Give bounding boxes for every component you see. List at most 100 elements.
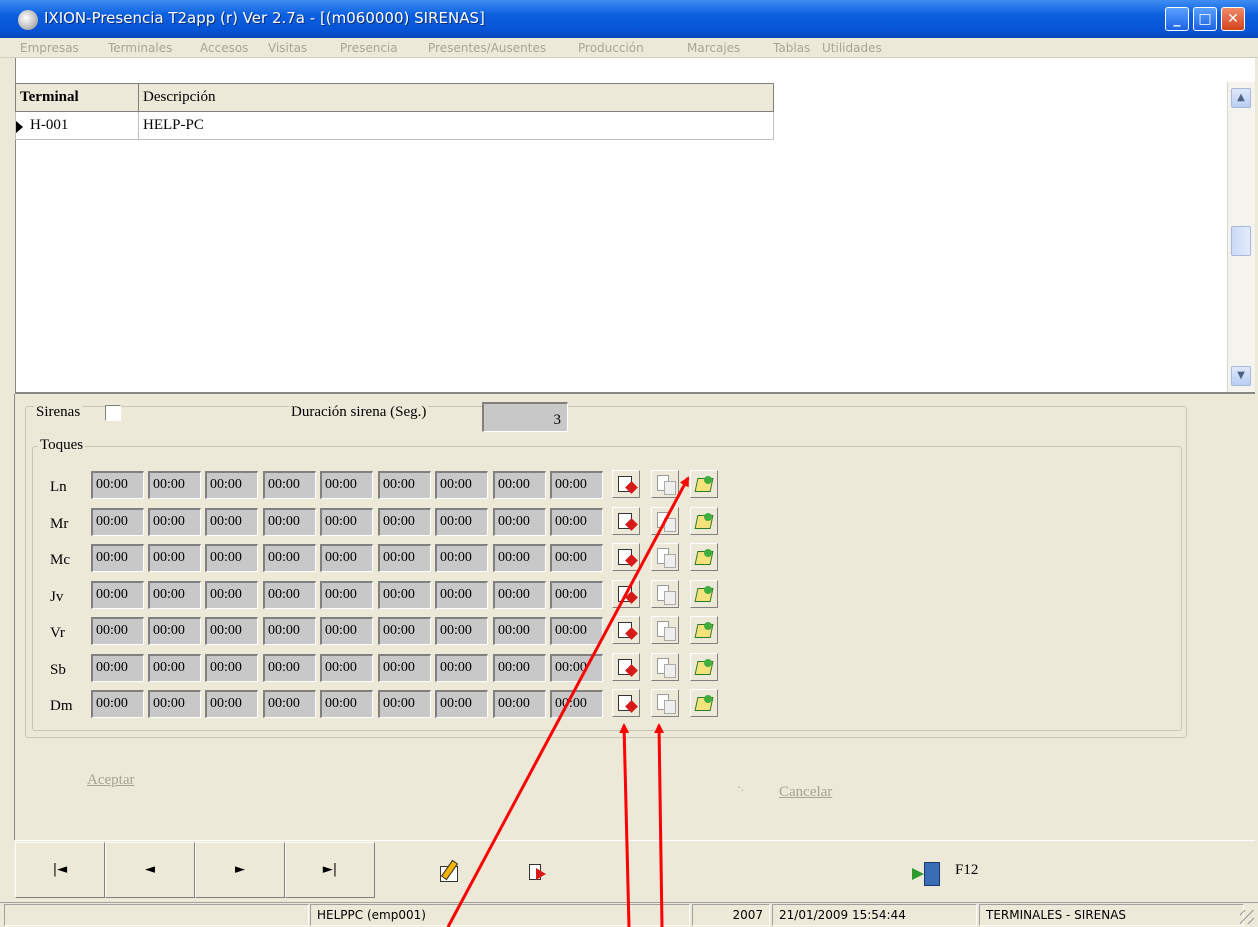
paste-row-button[interactable] [690,653,718,681]
time-field[interactable]: 00:00 [550,654,603,682]
resize-grip[interactable] [1240,910,1254,924]
time-field[interactable]: 00:00 [378,654,431,682]
copy-row-button[interactable] [651,507,679,535]
menu-empresas[interactable]: Empresas [20,41,79,55]
export-icon[interactable] [529,864,547,880]
paste-row-button[interactable] [690,580,718,608]
time-field[interactable]: 00:00 [263,654,316,682]
copy-row-button[interactable] [651,616,679,644]
time-field[interactable]: 00:00 [378,508,431,536]
exit-door-icon[interactable] [912,862,940,886]
time-field[interactable]: 00:00 [493,654,546,682]
clear-row-button[interactable] [612,616,640,644]
time-field[interactable]: 00:00 [320,544,373,572]
time-field[interactable]: 00:00 [148,471,201,499]
menu-tablas[interactable]: Tablas [773,41,810,55]
time-field[interactable]: 00:00 [148,581,201,609]
copy-row-button[interactable] [651,689,679,717]
time-field[interactable]: 00:00 [91,544,144,572]
time-field[interactable]: 00:00 [378,544,431,572]
paste-row-button[interactable] [690,689,718,717]
time-field[interactable]: 00:00 [550,544,603,572]
time-field[interactable]: 00:00 [320,471,373,499]
cell-terminal[interactable]: H-001 [15,111,139,140]
vertical-scrollbar[interactable]: ▲ ▼ [1227,82,1255,392]
col-header-terminal[interactable]: Terminal [15,83,139,112]
col-header-descripcion[interactable]: Descripción [138,83,774,112]
time-field[interactable]: 00:00 [148,508,201,536]
maximize-button[interactable]: □ [1193,7,1217,31]
clear-row-button[interactable] [612,507,640,535]
paste-row-button[interactable] [690,616,718,644]
time-field[interactable]: 00:00 [320,617,373,645]
time-field[interactable]: 00:00 [263,581,316,609]
time-field[interactable]: 00:00 [91,617,144,645]
time-field[interactable]: 00:00 [435,544,488,572]
paste-row-button[interactable] [690,543,718,571]
time-field[interactable]: 00:00 [263,690,316,718]
time-field[interactable]: 00:00 [148,690,201,718]
clear-row-button[interactable] [612,689,640,717]
time-field[interactable]: 00:00 [320,654,373,682]
time-field[interactable]: 00:00 [91,508,144,536]
time-field[interactable]: 00:00 [435,471,488,499]
accept-button[interactable]: Aceptar [87,772,134,789]
first-record-button[interactable]: |◄ [15,842,105,898]
time-field[interactable]: 00:00 [91,654,144,682]
minimize-button[interactable]: _ [1165,7,1189,31]
time-field[interactable]: 00:00 [378,690,431,718]
time-field[interactable]: 00:00 [205,654,258,682]
time-field[interactable]: 00:00 [263,471,316,499]
time-field[interactable]: 00:00 [320,508,373,536]
cell-descripcion[interactable]: HELP-PC [138,111,774,140]
time-field[interactable]: 00:00 [91,690,144,718]
clear-row-button[interactable] [612,653,640,681]
time-field[interactable]: 00:00 [205,471,258,499]
menu-presentes-ausentes[interactable]: Presentes/Ausentes [428,41,546,55]
time-field[interactable]: 00:00 [148,544,201,572]
time-field[interactable]: 00:00 [493,471,546,499]
paste-row-button[interactable] [690,470,718,498]
menu-visitas[interactable]: Visitas [268,41,307,55]
time-field[interactable]: 00:00 [148,617,201,645]
next-record-button[interactable]: ► [195,842,285,898]
time-field[interactable]: 00:00 [550,508,603,536]
clear-row-button[interactable] [612,543,640,571]
time-field[interactable]: 00:00 [205,690,258,718]
time-field[interactable]: 00:00 [493,690,546,718]
time-field[interactable]: 00:00 [263,544,316,572]
clear-row-button[interactable] [612,580,640,608]
paste-row-button[interactable] [690,507,718,535]
time-field[interactable]: 00:00 [205,544,258,572]
time-field[interactable]: 00:00 [493,508,546,536]
copy-row-button[interactable] [651,580,679,608]
time-field[interactable]: 00:00 [263,617,316,645]
copy-row-button[interactable] [651,653,679,681]
menu-marcajes[interactable]: Marcajes [687,41,740,55]
copy-row-button[interactable] [651,543,679,571]
time-field[interactable]: 00:00 [378,617,431,645]
edit-icon[interactable] [440,860,460,882]
time-field[interactable]: 00:00 [493,544,546,572]
menu-utilidades[interactable]: Utilidades [822,41,882,55]
time-field[interactable]: 00:00 [550,581,603,609]
time-field[interactable]: 00:00 [493,617,546,645]
time-field[interactable]: 00:00 [378,471,431,499]
time-field[interactable]: 00:00 [91,471,144,499]
duracion-input[interactable]: 3 [482,402,568,432]
time-field[interactable]: 00:00 [205,617,258,645]
copy-row-button[interactable] [651,470,679,498]
cancel-button[interactable]: Cancelar [779,784,832,801]
menu-accesos[interactable]: Accesos [200,41,248,55]
time-field[interactable]: 00:00 [148,654,201,682]
time-field[interactable]: 00:00 [435,581,488,609]
time-field[interactable]: 00:00 [205,508,258,536]
time-field[interactable]: 00:00 [205,581,258,609]
scroll-up-icon[interactable]: ▲ [1231,88,1251,108]
time-field[interactable]: 00:00 [320,581,373,609]
time-field[interactable]: 00:00 [435,690,488,718]
time-field[interactable]: 00:00 [435,508,488,536]
clear-row-button[interactable] [612,470,640,498]
time-field[interactable]: 00:00 [493,581,546,609]
last-record-button[interactable]: ►| [285,842,375,898]
